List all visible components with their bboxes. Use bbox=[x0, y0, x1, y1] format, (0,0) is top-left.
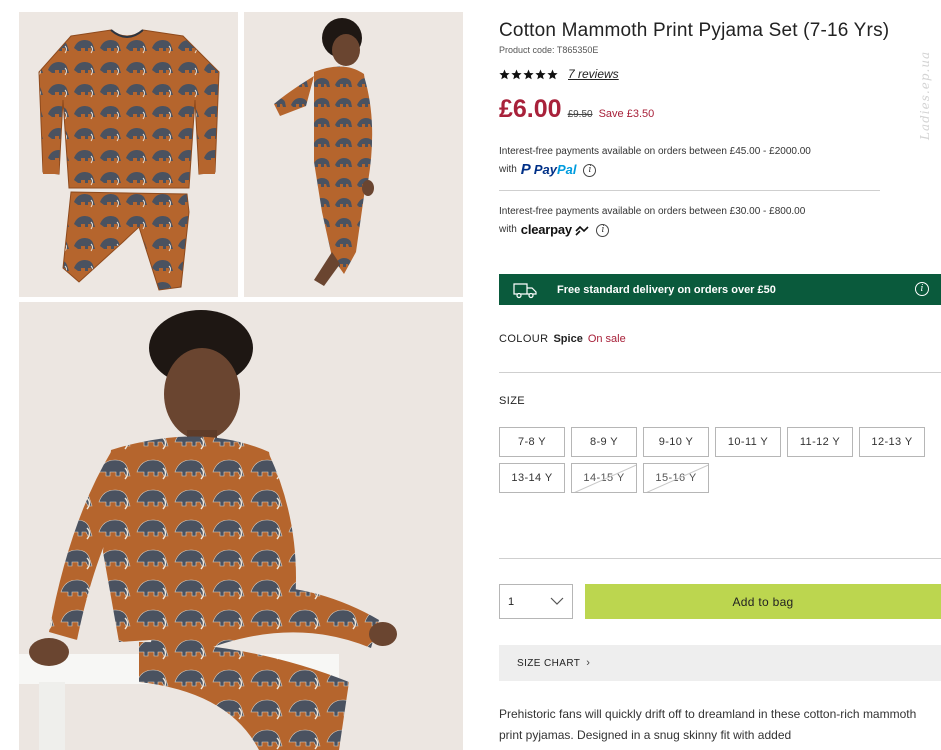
size-option[interactable]: 9-10 Y bbox=[643, 427, 709, 457]
current-price: £6.00 bbox=[499, 95, 562, 123]
star-icon bbox=[535, 69, 546, 79]
truck-icon bbox=[513, 282, 537, 298]
chevron-down-icon bbox=[550, 597, 564, 605]
product-description: Prehistoric fans will quickly drift off … bbox=[499, 707, 917, 742]
product-title: Cotton Mammoth Print Pyjama Set (7-16 Yr… bbox=[499, 20, 890, 41]
size-option[interactable]: 8-9 Y bbox=[571, 427, 637, 457]
on-sale-label: On sale bbox=[587, 333, 626, 345]
product-image-back-view[interactable] bbox=[244, 12, 463, 297]
quantity-value: 1 bbox=[508, 595, 515, 608]
savings-text: Save £3.50 bbox=[598, 108, 655, 120]
divider bbox=[499, 558, 941, 559]
clearpay-with-text: with bbox=[499, 224, 517, 235]
colour-selector: COLOUR Spice On sale bbox=[499, 333, 626, 345]
size-option-out-of-stock[interactable]: 15-16 Y bbox=[643, 463, 709, 493]
price-row: £6.00 £9.50 Save £3.50 bbox=[499, 95, 654, 124]
delivery-text: Free standard delivery on orders over £5… bbox=[557, 283, 776, 296]
quantity-select[interactable]: 1 bbox=[499, 584, 573, 619]
divider bbox=[499, 190, 880, 191]
paypal-logo-p: P bbox=[520, 161, 531, 178]
reviews-link[interactable]: 7 reviews bbox=[568, 67, 619, 81]
clearpay-logo: clearpay bbox=[521, 221, 590, 239]
boy-sitting-illustration bbox=[19, 302, 463, 750]
product-code: Product code: T865350E bbox=[499, 45, 599, 55]
size-label: SIZE bbox=[499, 395, 526, 407]
size-option-out-of-stock[interactable]: 14-15 Y bbox=[571, 463, 637, 493]
original-price: £9.50 bbox=[567, 109, 593, 120]
colour-value: Spice bbox=[553, 333, 583, 345]
paypal-with-text: with bbox=[499, 164, 517, 175]
star-icon bbox=[499, 69, 510, 79]
size-chart-label: SIZE CHART bbox=[517, 657, 581, 669]
size-option[interactable]: 7-8 Y bbox=[499, 427, 565, 457]
paypal-logo: P PayPal bbox=[521, 161, 577, 179]
clearpay-logo-text: clearpay bbox=[520, 222, 572, 237]
paypal-terms-text: Interest-free payments available on orde… bbox=[499, 146, 811, 157]
info-icon[interactable]: i bbox=[596, 223, 610, 237]
paypal-logo-pal: Pal bbox=[556, 162, 577, 177]
paypal-payment-info: Interest-free payments available on orde… bbox=[499, 143, 811, 179]
size-option[interactable]: 12-13 Y bbox=[859, 427, 925, 457]
product-image-sitting-view[interactable] bbox=[19, 302, 463, 750]
clearpay-terms-text: Interest-free payments available on orde… bbox=[499, 206, 806, 217]
clearpay-payment-info: Interest-free payments available on orde… bbox=[499, 203, 805, 239]
size-option[interactable]: 11-12 Y bbox=[787, 427, 853, 457]
chevron-right-icon: › bbox=[586, 657, 591, 669]
paypal-logo-pay: Pay bbox=[533, 162, 557, 177]
divider bbox=[499, 372, 941, 373]
boy-back-view-illustration bbox=[244, 12, 463, 297]
star-icon bbox=[511, 69, 522, 79]
colour-label: COLOUR bbox=[499, 333, 549, 345]
size-option[interactable]: 13-14 Y bbox=[499, 463, 565, 493]
size-option[interactable]: 10-11 Y bbox=[715, 427, 781, 457]
product-image-flat-lay[interactable] bbox=[19, 12, 238, 297]
star-rating bbox=[499, 69, 558, 80]
size-chart-accordion[interactable]: SIZE CHART › bbox=[499, 645, 941, 681]
pyjama-flat-lay-illustration bbox=[19, 12, 238, 297]
delivery-banner[interactable]: Free standard delivery on orders over £5… bbox=[499, 274, 941, 305]
star-icon bbox=[523, 69, 534, 79]
clearpay-arrows-icon bbox=[575, 225, 589, 236]
watermark-text: Ladies.ep.ua bbox=[918, 50, 932, 140]
info-icon[interactable]: i bbox=[583, 163, 597, 177]
rating-row: 7 reviews bbox=[499, 67, 619, 81]
add-to-bag-button[interactable]: Add to bag bbox=[585, 584, 941, 619]
info-icon[interactable]: i bbox=[915, 282, 929, 296]
star-icon bbox=[547, 69, 558, 79]
